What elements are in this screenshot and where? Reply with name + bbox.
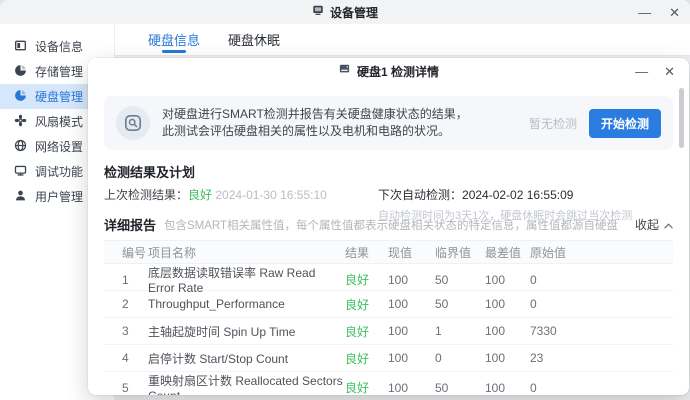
next-detection-label: 下次自动检测： xyxy=(378,188,462,202)
smart-scan-icon xyxy=(116,106,150,140)
table-row: 5 重映射扇区计数 Reallocated Sectors Count 良好 1… xyxy=(104,372,673,395)
app-icon xyxy=(312,3,324,21)
report-section-title: 详细报告 xyxy=(104,215,156,234)
window-close-button[interactable]: ✕ xyxy=(669,6,680,19)
dialog-close-button[interactable]: ✕ xyxy=(664,65,675,78)
dialog-titlebar[interactable]: 硬盘1 检测详情 — ✕ xyxy=(88,58,689,84)
table-header-row: 编号 项目名称 结果 现值 临界值 最差值 原始值 xyxy=(104,240,673,264)
dialog-scrollbar[interactable] xyxy=(679,88,684,148)
tab-disk-sleep[interactable]: 硬盘休眠 xyxy=(228,24,280,56)
dialog-minimize-button[interactable]: — xyxy=(635,65,648,78)
harddisk-icon xyxy=(14,89,27,105)
sidebar-item-device-info[interactable]: 设备信息 xyxy=(0,34,114,59)
last-result-value: 良好 xyxy=(188,188,212,202)
smart-description: 对硬盘进行SMART检测并报告有关硬盘健康状态的结果， 此测试会评估硬盘相关的属… xyxy=(162,106,529,140)
auto-detection-note: 自动检测时间为3天1次，硬盘休眠时会跳过当次检测 xyxy=(378,209,632,223)
smart-report-table: 编号 项目名称 结果 现值 临界值 最差值 原始值 1 底层数据读取错误率 Ra… xyxy=(104,240,673,395)
disk-detection-dialog: 硬盘1 检测详情 — ✕ 对硬盘进行SMART检测并报告有关硬盘健康状态的结果，… xyxy=(88,58,689,395)
tab-bar: 硬盘信息 硬盘休眠 xyxy=(115,24,690,56)
window-minimize-button[interactable]: — xyxy=(638,6,651,19)
next-detection-block: 下次自动检测：2024-02-02 16:55:09 自动检测时间为3天1次，硬… xyxy=(378,187,632,223)
table-row: 4 启停计数 Start/Stop Count 良好 100 0 100 23 xyxy=(104,345,673,372)
last-result-label: 上次检测结果： xyxy=(104,188,188,202)
fan-icon xyxy=(14,114,27,130)
debug-icon xyxy=(14,164,27,180)
next-detection-time: 2024-02-02 16:55:09 xyxy=(462,188,573,202)
user-icon xyxy=(14,189,27,205)
network-icon xyxy=(14,139,27,155)
disk-icon xyxy=(338,62,351,80)
dialog-title: 硬盘1 检测详情 xyxy=(357,63,439,80)
table-row: 2 Throughput_Performance 良好 100 50 100 0 xyxy=(104,291,673,318)
table-row: 1 底层数据读取错误率 Raw Read Error Rate 良好 100 5… xyxy=(104,264,673,291)
result-section-title: 检测结果及计划 xyxy=(104,162,673,181)
device-info-icon xyxy=(14,39,27,55)
start-detection-button[interactable]: 开始检测 xyxy=(589,109,661,138)
storage-icon xyxy=(14,64,27,80)
result-row: 上次检测结果：良好 2024-01-30 16:55:10 下次自动检测：202… xyxy=(104,187,673,203)
smart-info-banner: 对硬盘进行SMART检测并报告有关硬盘健康状态的结果， 此测试会评估硬盘相关的属… xyxy=(104,96,673,150)
window-title: 设备管理 xyxy=(330,4,378,21)
collapse-button[interactable]: 收起 xyxy=(635,216,673,233)
device-management-window: 设备管理 — ✕ 硬盘信息 硬盘休眠 设备信息 存储管理 硬盘管理 风扇模式 xyxy=(0,0,690,400)
detection-status-text: 暂无检测 xyxy=(529,115,577,132)
chevron-up-icon xyxy=(664,218,673,232)
tab-disk-info[interactable]: 硬盘信息 xyxy=(148,24,200,56)
window-titlebar[interactable]: 设备管理 — ✕ xyxy=(0,0,690,24)
table-row: 3 主轴起旋时间 Spin Up Time 良好 100 1 100 7330 xyxy=(104,318,673,345)
last-result-time: 2024-01-30 16:55:10 xyxy=(215,188,326,202)
